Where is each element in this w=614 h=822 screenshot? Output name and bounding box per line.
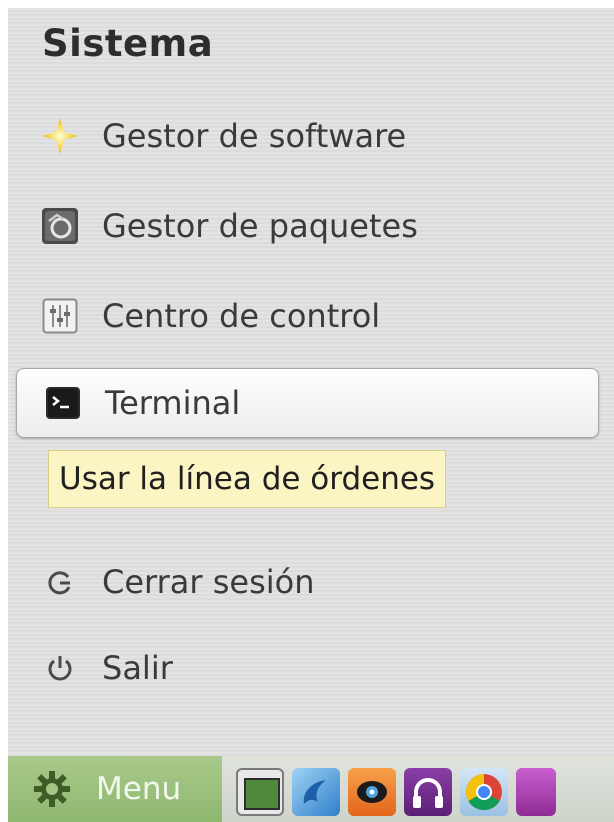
show-desktop-icon[interactable] [236,768,284,816]
menu-item-logout[interactable]: Cerrar sesión [40,554,315,610]
logout-icon [40,562,80,602]
star-icon [40,116,80,156]
power-icon [40,648,80,688]
menu-item-label: Cerrar sesión [102,563,315,601]
tooltip: Usar la línea de órdenes [48,450,447,508]
menu-item-label: Centro de control [102,297,381,335]
control-center-icon [40,296,80,336]
menu-item-control-center[interactable]: Centro de control [40,288,380,344]
gear-icon [32,769,72,809]
menu-item-label: Terminal [105,384,241,422]
menu-button[interactable]: Menu [8,756,222,822]
purple-app-icon[interactable] [516,768,556,816]
menu-item-label: Salir [102,649,173,687]
package-manager-icon [40,206,80,246]
blue-swirl-app-icon[interactable] [292,768,340,816]
media-player-icon[interactable] [348,768,396,816]
menu-item-terminal[interactable]: Terminal [16,368,599,438]
menu-item-label: Gestor de software [102,117,407,155]
menu-item-software-manager[interactable]: Gestor de software [40,108,406,164]
headphones-icon[interactable] [404,768,452,816]
menu-item-package-manager[interactable]: Gestor de paquetes [40,198,418,254]
terminal-icon [43,383,83,423]
start-menu-screenshot: Sistema Gestor de software Gestor de paq… [0,0,614,822]
section-title: Sistema [42,22,214,65]
menu-item-label: Gestor de paquetes [102,207,418,245]
menu-button-label: Menu [96,771,182,807]
menu-item-quit[interactable]: Salir [40,640,173,696]
chrome-browser-icon[interactable] [460,768,508,816]
